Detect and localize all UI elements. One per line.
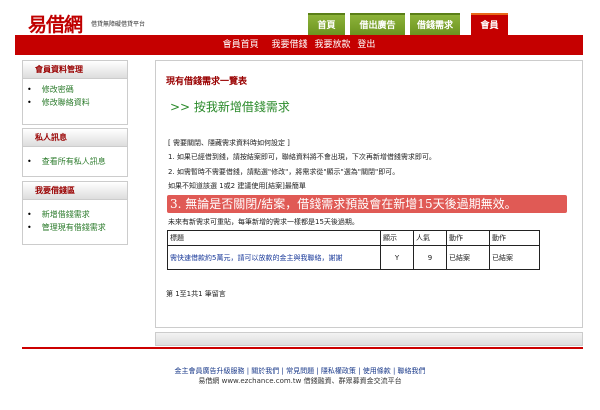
sidebar-item-add-request[interactable]: 新增借錢需求	[27, 210, 127, 219]
requests-table: 標題 顯示 人氣 動作 動作 需快速借款約5萬元，請可以放款的金主與我聯絡，謝謝…	[167, 230, 540, 270]
col-views: 人氣	[413, 230, 447, 246]
pagination: 第 1至1共1 筆留言	[166, 290, 226, 298]
col-title: 標題	[167, 230, 381, 246]
site-logo[interactable]: 易借網	[28, 10, 83, 37]
page-title: 現有借錢需求一覽表	[166, 77, 248, 87]
sidebar-item-view-messages[interactable]: 查看所有私人訊息	[27, 157, 127, 166]
instruction-line: 如果不知道該選 1或2 建議使用[結案]最簡單	[168, 182, 306, 190]
divider	[22, 347, 583, 349]
footer-links: 金主會員廣告升級服務 | 關於我們 | 常見問題 | 隱私權政策 | 使用條款 …	[174, 367, 426, 375]
footer-link-terms[interactable]: 使用條款	[363, 367, 391, 375]
views-value: 9	[413, 245, 447, 270]
footer-link-about[interactable]: 關於我們	[251, 367, 279, 375]
tab-lending-ads[interactable]: 借出廣告	[350, 13, 405, 35]
footer-link-contact[interactable]: 聯絡我們	[398, 367, 426, 375]
bottom-bar	[155, 332, 583, 346]
footer-link-privacy[interactable]: 隱私權政策	[321, 367, 356, 375]
col-action: 動作	[446, 230, 490, 246]
nav-borrow[interactable]: 我要借錢	[272, 40, 308, 50]
tab-member[interactable]: 會員	[471, 13, 508, 35]
main-panel: 現有借錢需求一覽表 >> 按我新增借錢需求 [ 需要關閉、隱藏需求資料時如何設定…	[155, 60, 583, 328]
tab-borrow-requests[interactable]: 借錢需求	[410, 13, 460, 35]
add-request-link[interactable]: >> 按我新增借錢需求	[170, 98, 290, 115]
repost-note: 未來有新需求可重貼，每筆新增的需求一樣都是15天後過期。	[168, 218, 359, 226]
nav-logout[interactable]: 登出	[357, 40, 375, 50]
instruction-line: 1. 如果已經借到錢，請按結案即可，聯絡資料將不會出現，下次再新增借錢需求即可。	[168, 153, 436, 161]
sidebar-heading: 私人訊息	[23, 129, 127, 147]
instruction-line: 2. 如需暫時不需要借錢，請點選"修改"，將需求從"顯示"選為"關閉"即可。	[168, 168, 400, 176]
expiry-notice-banner: 3. 無論是否關閉/結案，借錢需求預設會在新增15天後過期無效。	[167, 195, 567, 213]
sidebar-member-data: 會員資料管理 修改密碼 修改聯絡資料	[22, 60, 128, 125]
request-title-link[interactable]: 需快速借款約5萬元，請可以放款的金主與我聯絡，謝謝	[167, 245, 381, 270]
table-row: 需快速借款約5萬元，請可以放款的金主與我聯絡，謝謝 Y 9 已結案 已結案	[167, 245, 540, 270]
footer-link-upgrade[interactable]: 金主會員廣告升級服務	[174, 367, 244, 375]
sidebar-heading: 我要借錢區	[23, 182, 127, 200]
closed-status: 已結案	[489, 245, 540, 270]
instruction-heading: [ 需要關閉、隱藏需求資料時如何設定 ]	[168, 139, 290, 147]
footer-tagline: 易借網 www.ezchance.com.tw 借錢融資、群眾募資金交流平台	[198, 377, 402, 385]
slogan: 借貸無障礙借貸平台	[91, 21, 146, 28]
closed-status: 已結案	[446, 245, 490, 270]
col-action: 動作	[489, 230, 540, 246]
nav-member-home[interactable]: 會員首頁	[223, 40, 259, 50]
sidebar-borrow: 我要借錢區 新增借錢需求 管理現有借錢需求	[22, 181, 128, 245]
nav-lend[interactable]: 我要放款	[314, 40, 350, 50]
sidebar-item-edit-contact[interactable]: 修改聯絡資料	[27, 98, 127, 107]
sidebar-heading: 會員資料管理	[23, 61, 127, 79]
show-value: Y	[380, 245, 414, 270]
tab-home[interactable]: 首頁	[308, 13, 345, 35]
member-nav: 會員首頁 我要借錢 我要放款 登出	[15, 35, 583, 55]
footer-link-faq[interactable]: 常見問題	[286, 367, 314, 375]
col-show: 顯示	[380, 230, 414, 246]
sidebar-messages: 私人訊息 查看所有私人訊息	[22, 128, 128, 177]
sidebar-item-manage-requests[interactable]: 管理現有借錢需求	[27, 223, 127, 232]
sidebar-item-change-password[interactable]: 修改密碼	[27, 85, 127, 94]
